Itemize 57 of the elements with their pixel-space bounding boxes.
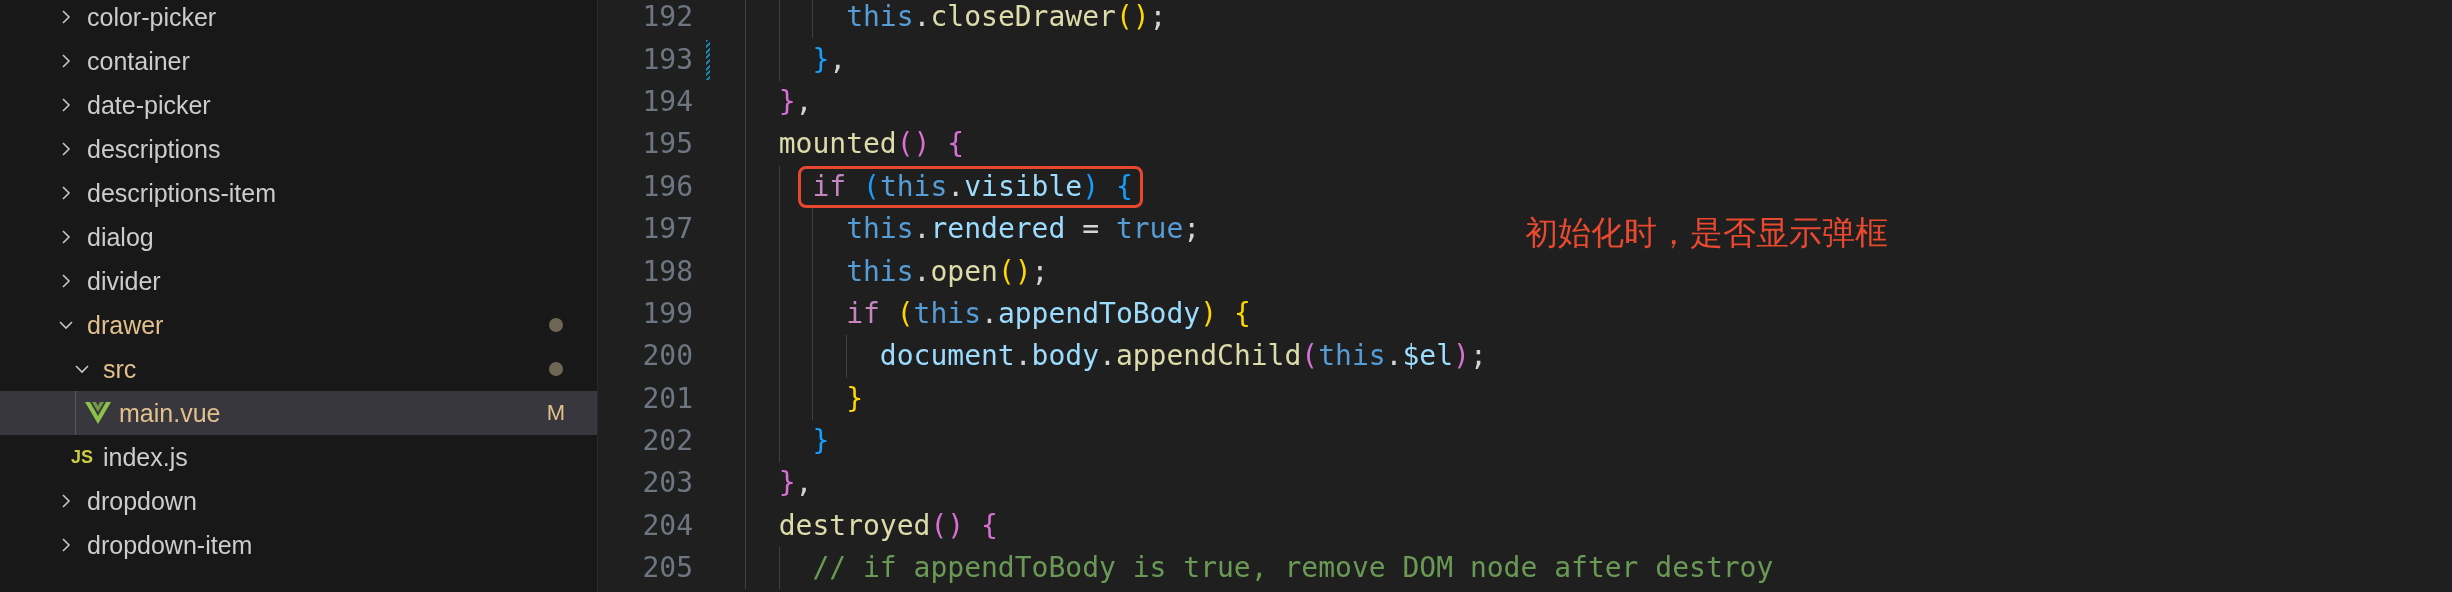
code-line: mounted() { — [778, 130, 965, 159]
code-line: }, — [778, 469, 813, 498]
tree-item[interactable]: dropdown-item — [0, 523, 597, 567]
line-number: 196 — [641, 172, 693, 201]
item-label: color-picker — [87, 2, 217, 32]
code-line: this.open(); — [846, 257, 1049, 286]
tree-item[interactable]: src — [0, 347, 597, 391]
line-number: 205 — [641, 554, 693, 583]
tree-item[interactable]: container — [0, 39, 597, 83]
code-line: destroyed() { — [778, 511, 998, 540]
line-number: 192 — [641, 3, 693, 32]
code-line: }, — [778, 87, 813, 116]
tree-item[interactable]: descriptions-item — [0, 171, 597, 215]
tree-item[interactable]: date-picker — [0, 83, 597, 127]
code-line: } — [812, 427, 830, 456]
code-line: } — [846, 384, 863, 413]
line-number: 199 — [641, 299, 693, 328]
tree-item[interactable]: main.vue M — [0, 391, 597, 435]
item-label: src — [103, 354, 137, 384]
code-line: // if appendToBody is true, remove DOM node after destroy — [812, 554, 1774, 583]
tree-item[interactable]: dropdown — [0, 479, 597, 523]
item-label: index.js — [103, 442, 188, 472]
code-line: document.body.appendChild(this.$el); — [879, 342, 1487, 371]
line-number: 195 — [641, 130, 693, 159]
item-label: dropdown — [87, 486, 197, 516]
item-label: dropdown-item — [87, 530, 253, 560]
item-label: container — [87, 46, 190, 76]
code-line: if (this.appendToBody) { — [846, 299, 1251, 328]
item-label: main.vue — [119, 398, 221, 428]
item-label: descriptions-item — [87, 178, 276, 208]
tree-item[interactable]: color-picker — [0, 0, 597, 39]
code-line: this.rendered = true; — [846, 215, 1201, 244]
line-number: 198 — [641, 257, 693, 286]
code-line: this.closeDrawer(); — [846, 3, 1167, 32]
line-number: 203 — [641, 469, 693, 498]
git-status-label: M — [546, 402, 565, 424]
item-label: drawer — [87, 310, 164, 340]
line-number: 201 — [641, 384, 693, 413]
tree-item[interactable]: dialog — [0, 215, 597, 259]
line-number: 194 — [641, 87, 693, 116]
item-label: dialog — [87, 222, 154, 252]
tree-item[interactable]: drawer — [0, 303, 597, 347]
item-label: divider — [87, 266, 161, 296]
code-line: }, — [812, 45, 847, 74]
vue-icon — [85, 401, 111, 425]
item-label: descriptions — [87, 134, 221, 164]
line-number: 204 — [641, 511, 693, 540]
line-number: 193 — [641, 45, 693, 74]
line-number: 200 — [641, 342, 693, 371]
annotation-text: 初始化时，是否显示弹框 — [1525, 212, 1888, 254]
item-label: date-picker — [87, 90, 211, 120]
tree-item[interactable]: JS index.js — [0, 435, 597, 479]
tree-item[interactable]: divider — [0, 259, 597, 303]
line-number: 202 — [641, 427, 693, 456]
line-number: 197 — [641, 215, 693, 244]
tree-item[interactable]: descriptions — [0, 127, 597, 171]
js-icon: JS — [71, 448, 93, 466]
